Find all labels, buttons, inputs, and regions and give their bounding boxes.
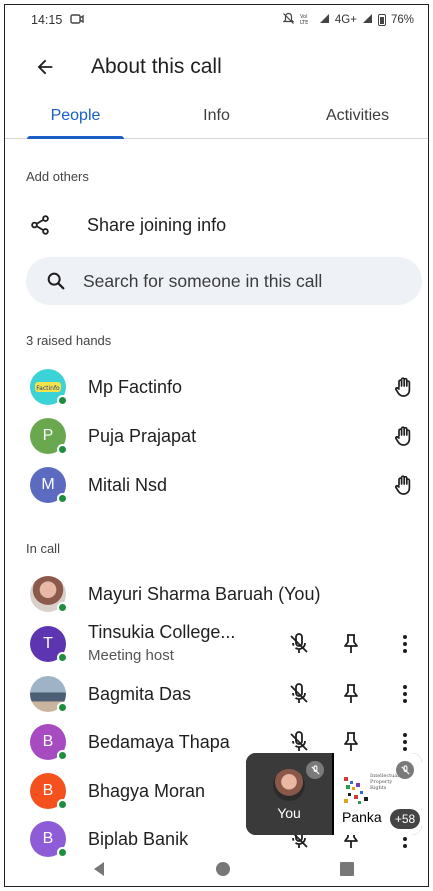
factinfo-logo-icon: Factinfo	[35, 382, 61, 392]
tab-people[interactable]: People	[5, 93, 146, 139]
mic-off-icon	[306, 761, 324, 779]
share-joining-info-button[interactable]: Share joining info	[5, 205, 428, 245]
svg-text:Factinfo: Factinfo	[36, 385, 60, 392]
nav-home-icon[interactable]	[215, 861, 231, 877]
self-video-tile: You	[246, 753, 332, 835]
avatar-initial: B	[42, 782, 54, 799]
pin-icon[interactable]	[339, 682, 363, 706]
mic-off-icon[interactable]	[287, 730, 311, 754]
raised-hand-icon	[395, 426, 411, 446]
raised-hands-heading: 3 raised hands	[26, 333, 112, 348]
svg-text:LTE: LTE	[300, 20, 308, 25]
volte-icon: Vol LTE	[300, 13, 314, 28]
system-nav-bar	[5, 850, 428, 886]
nav-back-icon[interactable]	[91, 861, 107, 877]
mic-off-icon	[396, 761, 414, 779]
participant-name: Mayuri Sharma Baruah (You)	[88, 583, 321, 604]
avatar-initial: M	[41, 476, 55, 493]
avatar: M	[30, 467, 68, 504]
tab-info[interactable]: Info	[146, 93, 287, 138]
add-others-heading: Add others	[26, 169, 89, 184]
participant-row[interactable]: T Tinsukia College... Meeting host	[5, 620, 428, 668]
raised-hand-icon	[395, 475, 411, 495]
meet-notification-icon	[70, 13, 84, 27]
participant-name: Puja Prajapat	[88, 425, 197, 446]
tab-activities[interactable]: Activities	[287, 93, 428, 138]
avatar-initial: T	[43, 635, 53, 652]
search-icon	[47, 272, 65, 290]
more-vert-icon[interactable]	[393, 632, 417, 656]
avatar	[30, 576, 68, 613]
participant-row[interactable]: Mayuri Sharma Baruah (You)	[5, 570, 428, 618]
share-icon	[31, 215, 49, 235]
online-indicator	[57, 602, 68, 613]
more-vert-icon[interactable]	[393, 682, 417, 706]
avatar: Factinfo	[30, 369, 68, 406]
participant-name: Mp Factinfo	[88, 376, 183, 397]
avatar: P	[30, 418, 68, 455]
search-placeholder: Search for someone in this call	[83, 270, 323, 291]
page-title: About this call	[91, 55, 222, 78]
avatar-initial: B	[42, 733, 54, 750]
raised-hand-row[interactable]: P Puja Prajapat	[5, 412, 428, 460]
search-input[interactable]: Search for someone in this call	[26, 257, 422, 305]
pin-icon[interactable]	[339, 730, 363, 754]
arrow-back-icon	[37, 59, 53, 75]
picture-in-picture-window[interactable]: You Intellectual Property Rights Panka +…	[246, 753, 422, 835]
participant-name: Mitali Nsd	[88, 474, 168, 495]
raised-hand-row[interactable]: Factinfo Mp Factinfo	[5, 363, 428, 411]
pin-icon[interactable]	[339, 632, 363, 656]
online-indicator	[57, 444, 68, 455]
participant-name: Bagmita Das	[88, 683, 192, 704]
battery-level: 76%	[390, 14, 414, 26]
avatar: B	[30, 773, 68, 810]
battery-icon	[377, 14, 386, 26]
online-indicator	[57, 702, 68, 713]
mic-off-icon[interactable]	[287, 682, 311, 706]
avatar: B	[30, 724, 68, 761]
participant-row[interactable]: Bagmita Das	[5, 670, 428, 718]
participant-role: Meeting host	[88, 647, 174, 664]
participant-name: Bedamaya Thapa	[88, 731, 230, 752]
network-type: 4G+	[334, 14, 357, 26]
avatar: T	[30, 626, 68, 663]
mic-off-icon[interactable]	[287, 632, 311, 656]
self-label: You	[277, 805, 301, 821]
online-indicator	[57, 395, 68, 406]
raised-hand-icon	[395, 377, 411, 397]
avatar-initial: P	[42, 427, 54, 444]
online-indicator	[57, 750, 68, 761]
share-joining-info-label: Share joining info	[87, 214, 227, 235]
nav-recents-icon[interactable]	[339, 861, 355, 877]
signal-icon-2	[362, 13, 373, 27]
avatar	[30, 676, 68, 713]
signal-icon	[319, 13, 330, 27]
online-indicator	[57, 799, 68, 810]
mute-notifications-icon	[282, 12, 295, 28]
online-indicator	[57, 493, 68, 504]
participant-name: Tinsukia College...	[88, 622, 236, 642]
raised-hand-row[interactable]: M Mitali Nsd	[5, 461, 428, 509]
participant-name: Biplab Banik	[88, 828, 189, 849]
back-button[interactable]	[17, 43, 73, 91]
clock: 14:15	[31, 13, 63, 27]
tab-bar: People Info Activities	[5, 93, 428, 139]
avatar-initial: B	[42, 830, 54, 847]
app-bar: About this call	[5, 43, 428, 91]
more-vert-icon[interactable]	[393, 730, 417, 754]
online-indicator	[57, 652, 68, 663]
more-participants-badge: +58	[390, 809, 420, 829]
presenter-label: Panka	[342, 809, 382, 825]
presenter-tile: Intellectual Property Rights Panka +58	[334, 753, 422, 835]
screen: 14:15 Vol LTE 4G+ 76% About this call Pe…	[4, 4, 429, 887]
participant-name: Bhagya Moran	[88, 780, 206, 801]
in-call-heading: In call	[26, 541, 60, 556]
self-avatar	[273, 769, 305, 801]
status-bar: 14:15 Vol LTE 4G+ 76%	[5, 5, 428, 35]
